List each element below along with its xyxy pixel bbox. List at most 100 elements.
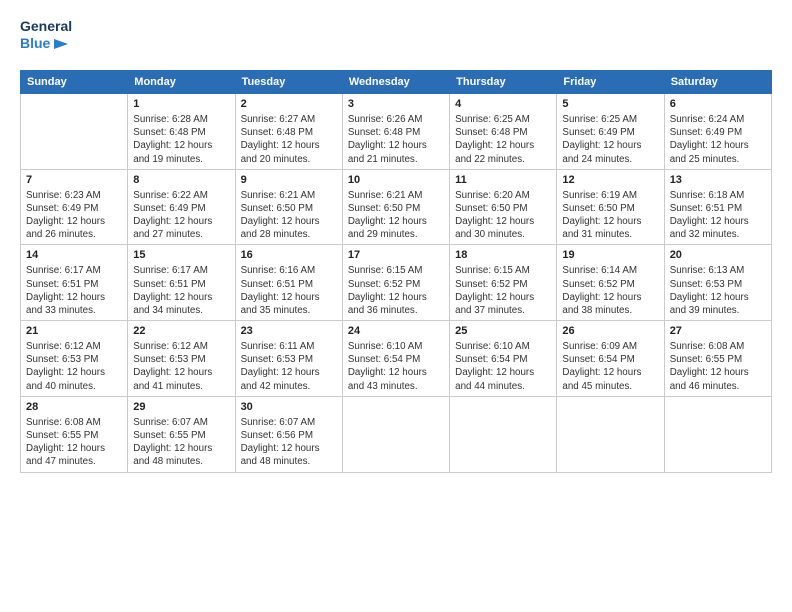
cell-content: Daylight: 12 hours — [455, 139, 551, 152]
cell-content: Sunset: 6:50 PM — [455, 202, 551, 215]
cell-3-7: 20Sunrise: 6:13 AMSunset: 6:53 PMDayligh… — [664, 245, 771, 321]
cell-content: Daylight: 12 hours — [562, 366, 658, 379]
cell-content: and 32 minutes. — [670, 228, 766, 241]
cell-content: Sunrise: 6:17 AM — [133, 264, 229, 277]
cell-content: Sunset: 6:48 PM — [241, 126, 337, 139]
cell-content: Sunrise: 6:25 AM — [562, 113, 658, 126]
cell-content: and 20 minutes. — [241, 153, 337, 166]
cell-content: Daylight: 12 hours — [241, 291, 337, 304]
day-number: 9 — [241, 173, 337, 188]
cell-content: and 38 minutes. — [562, 304, 658, 317]
logo-arrow-icon — [54, 39, 68, 49]
cell-content: and 22 minutes. — [455, 153, 551, 166]
cell-content: Sunset: 6:55 PM — [133, 429, 229, 442]
cell-content: Daylight: 12 hours — [348, 291, 444, 304]
cell-content: Daylight: 12 hours — [562, 291, 658, 304]
cell-content: Daylight: 12 hours — [241, 442, 337, 455]
cell-content: Sunrise: 6:13 AM — [670, 264, 766, 277]
cell-content: Sunset: 6:51 PM — [133, 278, 229, 291]
day-number: 27 — [670, 324, 766, 339]
cell-content: Sunset: 6:50 PM — [562, 202, 658, 215]
cell-content: Daylight: 12 hours — [670, 139, 766, 152]
day-number: 15 — [133, 248, 229, 263]
col-header-thursday: Thursday — [450, 71, 557, 94]
cell-content: and 44 minutes. — [455, 380, 551, 393]
cell-content: Daylight: 12 hours — [455, 291, 551, 304]
cell-content: Sunset: 6:52 PM — [348, 278, 444, 291]
cell-content: Sunrise: 6:16 AM — [241, 264, 337, 277]
cell-3-5: 18Sunrise: 6:15 AMSunset: 6:52 PMDayligh… — [450, 245, 557, 321]
week-row-2: 7Sunrise: 6:23 AMSunset: 6:49 PMDaylight… — [21, 169, 772, 245]
cell-content: and 21 minutes. — [348, 153, 444, 166]
day-number: 26 — [562, 324, 658, 339]
day-number: 8 — [133, 173, 229, 188]
cell-3-1: 14Sunrise: 6:17 AMSunset: 6:51 PMDayligh… — [21, 245, 128, 321]
cell-5-5 — [450, 396, 557, 472]
week-row-1: 1Sunrise: 6:28 AMSunset: 6:48 PMDaylight… — [21, 94, 772, 170]
cell-content: and 26 minutes. — [26, 228, 122, 241]
cell-1-3: 2Sunrise: 6:27 AMSunset: 6:48 PMDaylight… — [235, 94, 342, 170]
cell-4-7: 27Sunrise: 6:08 AMSunset: 6:55 PMDayligh… — [664, 321, 771, 397]
cell-2-5: 11Sunrise: 6:20 AMSunset: 6:50 PMDayligh… — [450, 169, 557, 245]
cell-content: Daylight: 12 hours — [241, 215, 337, 228]
cell-content: Daylight: 12 hours — [133, 291, 229, 304]
cell-content: Sunset: 6:49 PM — [26, 202, 122, 215]
cell-content: Sunset: 6:48 PM — [133, 126, 229, 139]
cell-content: Daylight: 12 hours — [562, 215, 658, 228]
cell-content: Sunrise: 6:09 AM — [562, 340, 658, 353]
cell-content: Sunset: 6:52 PM — [562, 278, 658, 291]
cell-content: Sunset: 6:52 PM — [455, 278, 551, 291]
cell-content: and 48 minutes. — [133, 455, 229, 468]
cell-content: Sunset: 6:49 PM — [670, 126, 766, 139]
cell-content: Sunrise: 6:19 AM — [562, 189, 658, 202]
cell-content: and 45 minutes. — [562, 380, 658, 393]
cell-4-1: 21Sunrise: 6:12 AMSunset: 6:53 PMDayligh… — [21, 321, 128, 397]
cell-content: and 28 minutes. — [241, 228, 337, 241]
cell-content: Sunrise: 6:23 AM — [26, 189, 122, 202]
cell-content: Daylight: 12 hours — [133, 139, 229, 152]
cell-content: Sunrise: 6:18 AM — [670, 189, 766, 202]
cell-content: Daylight: 12 hours — [670, 215, 766, 228]
header-row: SundayMondayTuesdayWednesdayThursdayFrid… — [21, 71, 772, 94]
cell-content: Sunrise: 6:26 AM — [348, 113, 444, 126]
cell-content: Daylight: 12 hours — [455, 215, 551, 228]
day-number: 18 — [455, 248, 551, 263]
cell-content: and 47 minutes. — [26, 455, 122, 468]
day-number: 2 — [241, 97, 337, 112]
day-number: 30 — [241, 400, 337, 415]
cell-5-7 — [664, 396, 771, 472]
cell-content: Sunrise: 6:14 AM — [562, 264, 658, 277]
cell-content: Sunrise: 6:15 AM — [348, 264, 444, 277]
cell-content: Sunset: 6:50 PM — [241, 202, 337, 215]
day-number: 25 — [455, 324, 551, 339]
cell-content: Sunrise: 6:07 AM — [133, 416, 229, 429]
day-number: 11 — [455, 173, 551, 188]
cell-content: Daylight: 12 hours — [26, 215, 122, 228]
day-number: 13 — [670, 173, 766, 188]
day-number: 29 — [133, 400, 229, 415]
cell-content: Sunrise: 6:24 AM — [670, 113, 766, 126]
week-row-3: 14Sunrise: 6:17 AMSunset: 6:51 PMDayligh… — [21, 245, 772, 321]
cell-content: Sunrise: 6:27 AM — [241, 113, 337, 126]
cell-content: Daylight: 12 hours — [133, 366, 229, 379]
cell-content: Sunset: 6:54 PM — [348, 353, 444, 366]
col-header-tuesday: Tuesday — [235, 71, 342, 94]
cell-content: and 30 minutes. — [455, 228, 551, 241]
cell-content: Sunset: 6:51 PM — [26, 278, 122, 291]
cell-content: and 33 minutes. — [26, 304, 122, 317]
cell-4-3: 23Sunrise: 6:11 AMSunset: 6:53 PMDayligh… — [235, 321, 342, 397]
logo: General Blue — [20, 18, 72, 62]
cell-1-1 — [21, 94, 128, 170]
cell-content: and 27 minutes. — [133, 228, 229, 241]
cell-content: Sunrise: 6:11 AM — [241, 340, 337, 353]
cell-1-5: 4Sunrise: 6:25 AMSunset: 6:48 PMDaylight… — [450, 94, 557, 170]
day-number: 4 — [455, 97, 551, 112]
cell-5-6 — [557, 396, 664, 472]
day-number: 12 — [562, 173, 658, 188]
day-number: 3 — [348, 97, 444, 112]
cell-content: and 36 minutes. — [348, 304, 444, 317]
cell-3-3: 16Sunrise: 6:16 AMSunset: 6:51 PMDayligh… — [235, 245, 342, 321]
day-number: 7 — [26, 173, 122, 188]
cell-content: Daylight: 12 hours — [26, 366, 122, 379]
logo-graphic: General Blue — [20, 18, 72, 62]
